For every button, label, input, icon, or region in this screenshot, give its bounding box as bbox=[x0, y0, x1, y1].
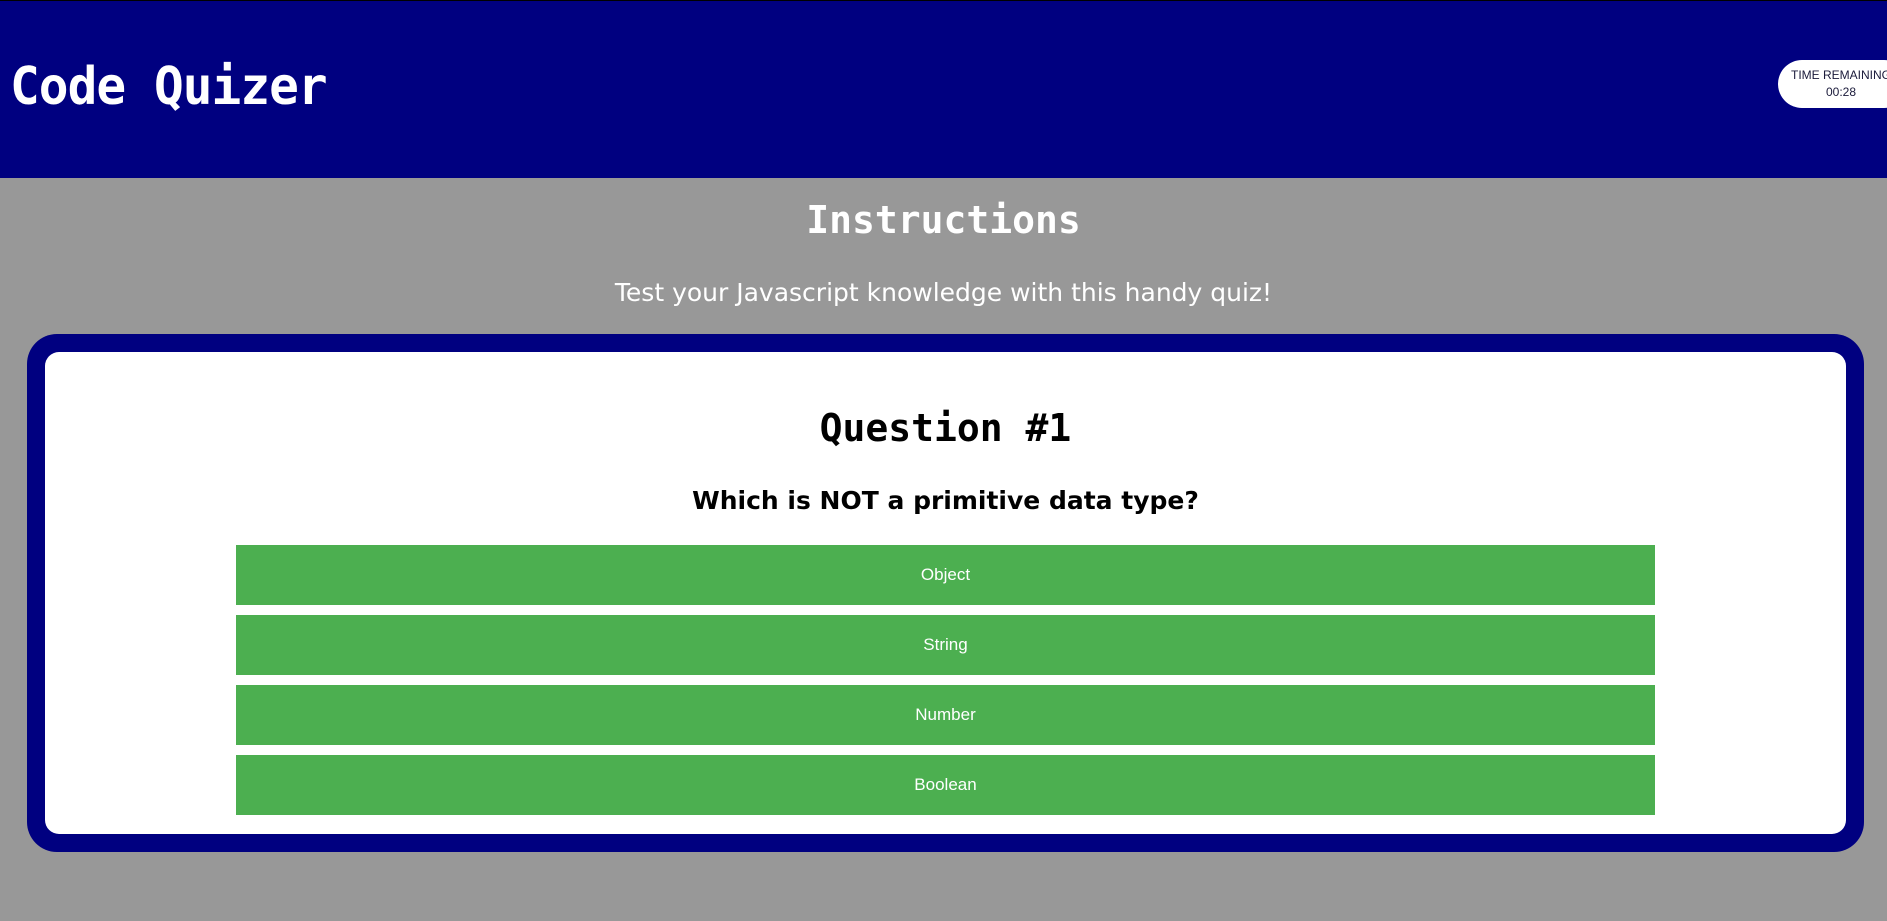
timer-label: TIME REMAINING bbox=[1791, 68, 1887, 82]
answer-button-string[interactable]: String bbox=[236, 615, 1655, 675]
timer: TIME REMAINING 00:28 bbox=[1778, 60, 1887, 108]
quiz-card: Question #1 Which is NOT a primitive dat… bbox=[45, 352, 1846, 834]
app-title: Code Quizer bbox=[10, 57, 328, 117]
timer-value: 00:28 bbox=[1826, 85, 1857, 99]
instructions-title: Instructions bbox=[806, 198, 1081, 242]
answer-choices: Object String Number Boolean bbox=[236, 545, 1655, 825]
question-text: Which is NOT a primitive data type? bbox=[692, 486, 1199, 515]
answer-button-number[interactable]: Number bbox=[236, 685, 1655, 745]
question-number: Question #1 bbox=[819, 406, 1072, 450]
answer-button-object[interactable]: Object bbox=[236, 545, 1655, 605]
answer-button-boolean[interactable]: Boolean bbox=[236, 755, 1655, 815]
header: Code Quizer TIME REMAINING 00:28 bbox=[0, 0, 1887, 178]
instructions-text: Test your Javascript knowledge with this… bbox=[614, 278, 1273, 307]
quiz-frame: Question #1 Which is NOT a primitive dat… bbox=[27, 334, 1864, 852]
